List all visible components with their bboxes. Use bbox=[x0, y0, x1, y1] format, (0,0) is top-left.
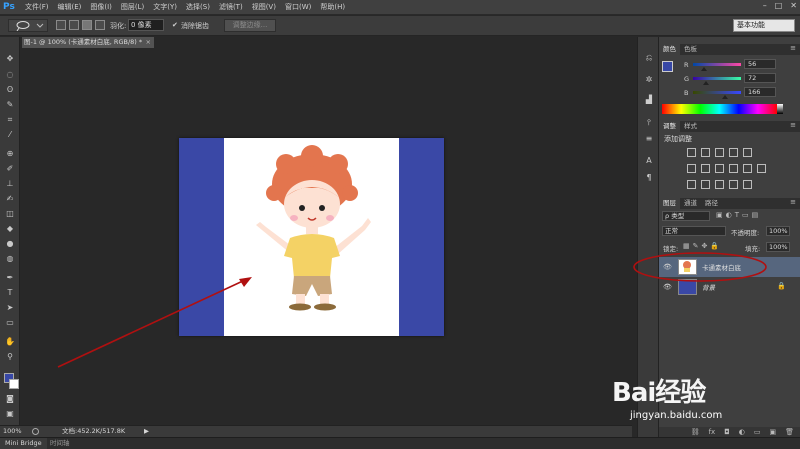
photoshop-window: Ps 文件(F) 编辑(E) 图像(I) 图层(L) 文字(Y) 选择(S) 滤… bbox=[0, 0, 800, 449]
watermark-brand: Bai经验 bbox=[612, 378, 706, 408]
watermark-url: jingyan.baidu.com bbox=[630, 410, 723, 421]
annotation-ellipse bbox=[633, 252, 767, 282]
baidu-watermark: Bai经验 jingyan.baidu.com bbox=[612, 372, 792, 422]
